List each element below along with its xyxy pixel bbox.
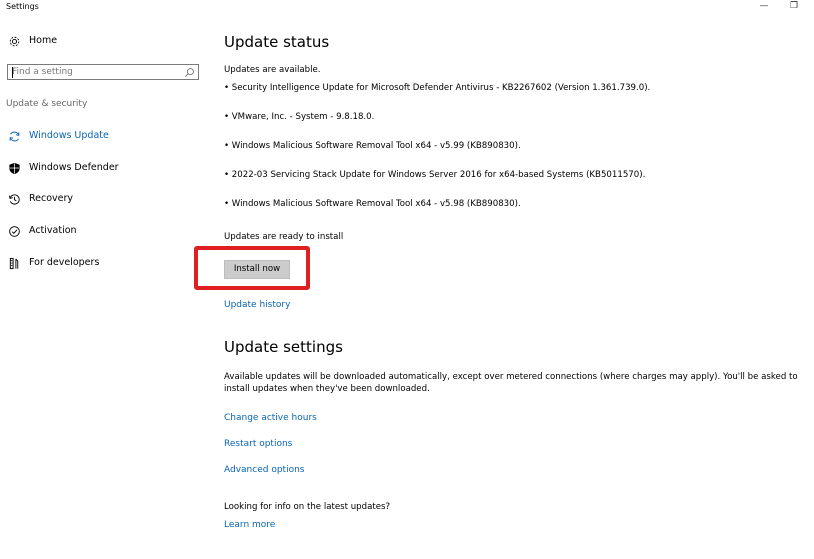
update-settings-heading: Update settings xyxy=(224,338,343,356)
update-list-item: • Windows Malicious Software Removal Too… xyxy=(224,141,521,151)
update-list-item: • 2022-03 Servicing Stack Update for Win… xyxy=(224,170,646,180)
window-title: Settings xyxy=(6,2,39,11)
restart-options-link[interactable]: Restart options xyxy=(224,439,292,449)
updates-ready-text: Updates are ready to install xyxy=(224,232,344,242)
developer-tools-icon xyxy=(9,257,19,270)
text-cursor xyxy=(12,67,13,78)
update-list-item: • Windows Malicious Software Removal Too… xyxy=(224,199,521,209)
update-status-heading: Update status xyxy=(224,33,330,51)
search-icon[interactable] xyxy=(184,67,195,78)
minimize-button[interactable]: — xyxy=(754,0,774,14)
sidebar-item-for-developers[interactable]: For developers xyxy=(0,254,210,274)
search-input[interactable] xyxy=(12,66,182,78)
change-active-hours-link[interactable]: Change active hours xyxy=(224,413,317,423)
sidebar-item-home[interactable]: Home xyxy=(0,32,210,52)
sidebar-item-label: Windows Defender xyxy=(29,162,119,173)
search-box[interactable] xyxy=(7,64,199,80)
title-bar: Settings — ❐ xyxy=(0,0,814,14)
sidebar-item-label: Home xyxy=(29,35,58,46)
update-settings-description: Available updates will be downloaded aut… xyxy=(224,372,798,394)
sync-icon xyxy=(9,131,20,142)
sidebar-item-label: Recovery xyxy=(29,193,74,204)
sidebar-item-recovery[interactable]: Recovery xyxy=(0,190,210,210)
section-label: Update & security xyxy=(6,99,88,109)
info-question-text: Looking for info on the latest updates? xyxy=(224,502,391,512)
sidebar-item-windows-defender[interactable]: Windows Defender xyxy=(0,159,210,179)
gear-icon xyxy=(9,36,20,47)
sidebar: Home Update & security Windows Update Wi… xyxy=(0,14,210,559)
sidebar-item-windows-update[interactable]: Windows Update xyxy=(0,127,210,147)
sidebar-item-label: Windows Update xyxy=(29,130,109,141)
sidebar-item-label: Activation xyxy=(29,225,77,236)
shield-icon xyxy=(9,162,20,175)
update-list-item: • VMware, Inc. - System - 9.8.18.0. xyxy=(224,112,375,122)
learn-more-link[interactable]: Learn more xyxy=(224,520,275,530)
update-history-link[interactable]: Update history xyxy=(224,300,290,310)
restore-button[interactable]: ❐ xyxy=(784,0,804,14)
sidebar-item-activation[interactable]: Activation xyxy=(0,222,210,242)
sidebar-item-label: For developers xyxy=(29,257,100,268)
check-circle-icon xyxy=(9,226,20,237)
history-icon xyxy=(8,194,20,205)
advanced-options-link[interactable]: Advanced options xyxy=(224,465,304,475)
updates-available-text: Updates are available. xyxy=(224,65,321,75)
update-list-item: • Security Intelligence Update for Micro… xyxy=(224,83,651,93)
highlight-annotation xyxy=(194,246,310,290)
